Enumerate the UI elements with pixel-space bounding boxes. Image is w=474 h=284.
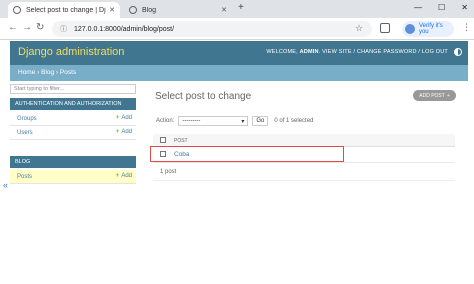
tab-title: Select post to change | Django <box>26 6 106 14</box>
globe-icon <box>129 6 137 14</box>
breadcrumb: Home › Blog › Posts <box>10 65 468 81</box>
highlight-box <box>150 146 344 162</box>
action-label: Action: <box>156 118 175 124</box>
extensions-icon[interactable] <box>380 23 390 33</box>
add-posts-link[interactable]: + Add <box>116 173 132 179</box>
select-all-checkbox[interactable] <box>160 137 166 143</box>
action-bar: Action: --------- ▾ Go 0 of 1 selected <box>156 116 313 126</box>
add-post-button[interactable]: ADD POST + <box>413 90 456 101</box>
go-button[interactable]: Go <box>252 116 269 126</box>
new-tab-button[interactable]: + <box>238 2 244 13</box>
action-select-value: --------- <box>182 118 201 124</box>
tab-select-post[interactable]: Select post to change | Django ✕ <box>8 2 120 18</box>
forward-icon[interactable]: → <box>22 22 32 33</box>
welcome-text: WELCOME, <box>266 49 298 55</box>
close-tab-icon[interactable]: ✕ <box>109 6 115 14</box>
add-label: Add <box>121 129 132 135</box>
page-title: Select post to change <box>155 91 252 102</box>
browser-toolbar: ← → ↻ ⓘ 127.0.0.1:8000/admin/blog/post/ … <box>0 18 474 40</box>
reload-icon[interactable]: ↻ <box>36 22 44 33</box>
collapse-sidebar-icon[interactable]: « <box>3 180 8 190</box>
plus-icon: + <box>446 92 450 99</box>
add-label: Add <box>121 173 132 179</box>
globe-icon <box>13 6 21 14</box>
close-tab-icon[interactable]: ✕ <box>221 6 227 14</box>
avatar <box>405 24 415 34</box>
menu-kebab-icon[interactable]: ⋮ <box>462 22 471 33</box>
posts-link[interactable]: Posts <box>17 174 32 180</box>
divider <box>153 180 455 181</box>
chevron-down-icon: ▾ <box>241 118 245 125</box>
add-users-link[interactable]: + Add <box>116 129 132 135</box>
tab-strip: Select post to change | Django ✕ Blog ✕ … <box>0 0 474 18</box>
breadcrumb-text[interactable]: Home › Blog › Posts <box>18 69 76 76</box>
profile-button[interactable]: Verify it's you <box>402 21 454 37</box>
column-header-post[interactable]: POST <box>174 138 188 144</box>
username: ADMIN <box>299 49 319 55</box>
plus-icon: + <box>115 173 120 179</box>
add-label: Add <box>121 115 132 121</box>
admin-header: Django administration WELCOME, ADMIN. VI… <box>10 41 468 65</box>
add-groups-link[interactable]: + Add <box>116 115 132 121</box>
add-post-label: ADD POST <box>419 92 445 99</box>
site-branding[interactable]: Django administration <box>18 46 124 58</box>
user-tools: WELCOME, ADMIN. VIEW SITE / CHANGE PASSW… <box>266 49 448 55</box>
nav-filter-input[interactable]: Start typing to filter... <box>10 84 136 94</box>
sidebar-item-groups: Groups + Add <box>10 112 136 126</box>
url-text: 127.0.0.1:8000/admin/blog/post/ <box>74 25 175 33</box>
sidebar-item-posts: Posts + Add <box>10 170 136 184</box>
selection-counter: 0 of 1 selected <box>274 118 314 124</box>
profile-label: Verify it's you <box>418 23 443 35</box>
action-select[interactable]: --------- ▾ <box>178 116 249 126</box>
app-caption-auth[interactable]: AUTHENTICATION AND AUTHORIZATION <box>10 98 136 110</box>
address-bar[interactable]: ⓘ 127.0.0.1:8000/admin/blog/post/ <box>52 21 372 37</box>
groups-link[interactable]: Groups <box>17 116 37 122</box>
plus-icon: + <box>115 115 120 121</box>
plus-icon: + <box>115 129 120 135</box>
maximize-icon[interactable]: ☐ <box>438 3 445 12</box>
app-caption-blog[interactable]: BLOG <box>10 156 136 168</box>
window-controls: — ☐ ✕ <box>414 3 468 12</box>
minimize-icon[interactable]: — <box>414 3 422 12</box>
user-tool-links[interactable]: . VIEW SITE / CHANGE PASSWORD / LOG OUT <box>319 49 448 55</box>
back-icon[interactable]: ← <box>8 22 18 33</box>
close-window-icon[interactable]: ✕ <box>461 3 468 12</box>
tab-blog[interactable]: Blog ✕ <box>124 2 232 18</box>
sidebar-item-users: Users + Add <box>10 126 136 140</box>
site-info-icon[interactable]: ⓘ <box>60 24 67 34</box>
bookmark-star-icon[interactable]: ☆ <box>355 23 363 34</box>
result-count: 1 post <box>160 169 177 175</box>
users-link[interactable]: Users <box>17 130 33 136</box>
theme-toggle-icon[interactable] <box>454 48 462 56</box>
tab-title: Blog <box>142 6 157 14</box>
